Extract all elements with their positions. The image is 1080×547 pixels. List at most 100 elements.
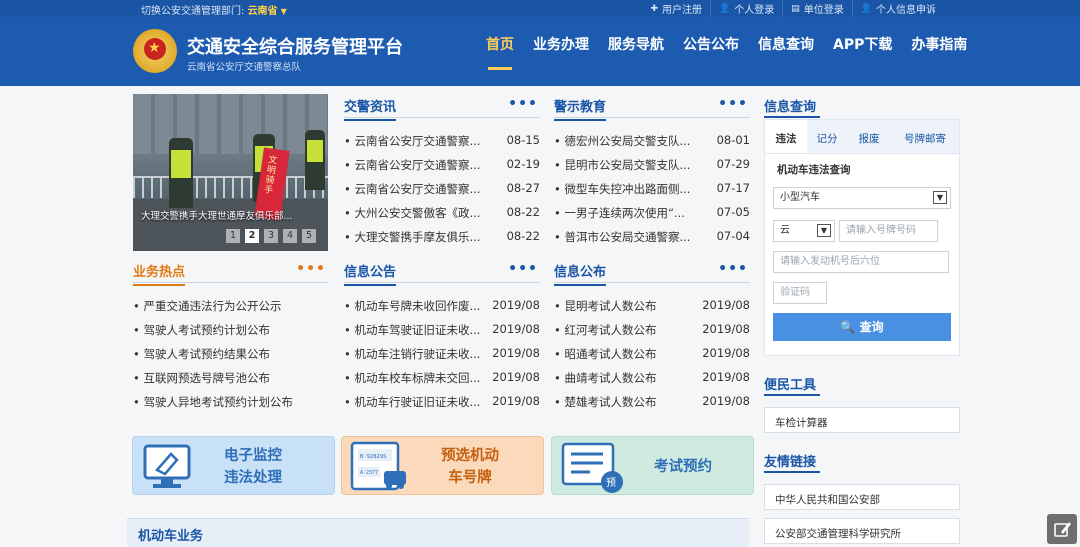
plate-number-input[interactable]: 请输入号牌号码 [839,220,938,242]
list-item[interactable]: • 昆明市公安局交警支队... 07-29 [554,152,750,176]
personal-login-link[interactable]: 👤 个人登录 [710,0,782,17]
publish-title[interactable]: 信息公布 [554,261,607,286]
list-item[interactable]: • 云南省公安厅交通警察... 02-19 [344,152,540,176]
chevron-down-icon: ▼ [933,191,947,204]
more-icon[interactable]: ••• [296,261,326,277]
register-link[interactable]: ✚ 用户注册 [643,0,711,17]
tile-electronic-monitoring[interactable]: 电子监控 违法处理 [132,436,335,495]
tab-violation[interactable]: 违法 [765,120,807,153]
item-date: 2019/08 [492,298,540,312]
inspection-calculator-link[interactable]: 车检计算器 [764,407,960,433]
list-item[interactable]: • 云南省公安厅交通警察... 08-27 [344,176,540,200]
list-item[interactable]: • 微型车失控冲出路面侧... 07-17 [554,176,750,200]
site-title[interactable]: 交通安全综合服务管理平台 [187,33,403,59]
nav-home[interactable]: 首页 [486,34,514,70]
engine-number-input[interactable]: 请输入发动机号后六位 [773,251,949,273]
nav-guide[interactable]: 办事指南 [911,34,967,70]
carousel-page[interactable]: 4 [283,229,297,243]
user-icon: 👤 [860,3,872,14]
vehicle-type-select[interactable]: 小型汽车 ▼ [773,187,951,209]
link-ministry[interactable]: 中华人民共和国公安部 [764,484,960,510]
tab-points[interactable]: 记分 [807,120,847,153]
department-switch-label: 切换公安交通管理部门: [141,6,245,17]
list-item[interactable]: • 机动车驾驶证旧证未收... 2019/08 [344,317,540,341]
top-bar: 切换公安交通管理部门: 云南省 ▼ ✚ 用户注册 👤 个人登录 ▤ 单位登录 👤 个人信息… [0,0,1080,17]
services-section: 便民工具 [764,372,820,396]
nav-announcements[interactable]: 公告公布 [683,34,739,70]
news-carousel[interactable]: 文明骑手 大理交警携手大理世通摩友俱乐部... 1 2 3 4 5 [133,94,328,251]
list-item[interactable]: • 驾驶人异地考试预约计划公布 [133,389,328,413]
province-name[interactable]: 云南省 [248,6,278,17]
carousel-page[interactable]: 1 [226,229,240,243]
edit-feedback-button[interactable] [1047,514,1077,544]
carousel-page[interactable]: 5 [302,229,316,243]
carousel-page-current[interactable]: 2 [245,229,259,243]
captcha-input[interactable]: 验证码 [773,282,827,304]
unit-login-link[interactable]: ▤ 单位登录 [782,0,852,17]
carousel-page[interactable]: 3 [264,229,278,243]
list-item[interactable]: • 一男子连续两次使用“... 07-05 [554,200,750,224]
list-item[interactable]: • 昆明考试人数公布 2019/08 [554,293,750,317]
item-title: • 机动车校车标牌未交回... [344,371,481,385]
list-item[interactable]: • 大理交警携手摩友俱乐... 08-22 [344,224,540,248]
tile-exam-booking[interactable]: 预 考试预约 [551,436,754,495]
list-item[interactable]: • 机动车行驶证旧证未收... 2019/08 [344,389,540,413]
list-item[interactable]: • 德宏州公安局交警支队... 08-01 [554,128,750,152]
list-item[interactable]: • 互联网预选号牌号池公布 [133,365,328,389]
list-item[interactable]: • 云南省公安厅交通警察... 08-15 [344,128,540,152]
more-icon[interactable]: ••• [508,96,538,112]
more-icon[interactable]: ••• [718,96,748,112]
query-submit-button[interactable]: 🔍 查询 [773,313,951,341]
nav-info-query[interactable]: 信息查询 [758,34,814,70]
notice-header: 信息公告 ••• [344,259,540,286]
personal-login-label: 个人登录 [734,5,775,16]
hot-title[interactable]: 业务热点 [133,261,186,286]
plate-text-bottom: A·2377 [360,470,378,476]
link-research-institute[interactable]: 公安部交通管理科学研究所 [764,518,960,544]
tab-plate-mail[interactable]: 号牌邮寄 [891,120,959,153]
appeal-link[interactable]: 👤 个人信息申诉 [851,0,944,17]
item-title: • 严重交通违法行为公开公示 [133,299,282,313]
monitor-icon [143,444,191,488]
top-links: ✚ 用户注册 👤 个人登录 ▤ 单位登录 👤 个人信息申诉 [643,0,945,17]
police-emblem-logo[interactable]: ★ [133,29,177,73]
chevron-down-icon: ▼ [817,224,831,237]
list-item[interactable]: • 普洱市公安局交通警察... 07-04 [554,224,750,248]
item-date: 08-22 [506,229,540,243]
province-select[interactable]: 云 ▼ [773,220,835,242]
tab-scrap[interactable]: 报废 [847,120,891,153]
carousel-caption[interactable]: 大理交警携手大理世通摩友俱乐部... [141,208,293,222]
list-item[interactable]: • 驾驶人考试预约结果公布 [133,341,328,365]
list-item[interactable]: • 楚雄考试人数公布 2019/08 [554,389,750,413]
notice-title[interactable]: 信息公告 [344,261,397,286]
user-icon: 👤 [719,3,731,14]
item-title: • 云南省公安厅交通警察... [344,134,481,148]
list-item[interactable]: • 机动车校车标牌未交回... 2019/08 [344,365,540,389]
item-title: • 昭通考试人数公布 [554,347,657,361]
department-switch[interactable]: 切换公安交通管理部门: 云南省 ▼ [141,2,287,17]
nav-app-download[interactable]: APP下载 [833,34,892,70]
list-item[interactable]: • 昭通考试人数公布 2019/08 [554,341,750,365]
education-header: 警示教育 ••• [554,94,750,121]
item-date: 2019/08 [492,346,540,360]
list-item[interactable]: • 严重交通违法行为公开公示 [133,293,328,317]
caret-down-icon[interactable]: ▼ [281,7,287,16]
list-item[interactable]: • 大州公安交警傲客《政... 08-22 [344,200,540,224]
list-item[interactable]: • 红河考试人数公布 2019/08 [554,317,750,341]
more-icon[interactable]: ••• [508,261,538,277]
list-item[interactable]: • 曲靖考试人数公布 2019/08 [554,365,750,389]
list-item[interactable]: • 机动车注销行驶证未收... 2019/08 [344,341,540,365]
list-item[interactable]: • 机动车号牌未收回作废... 2019/08 [344,293,540,317]
news-title[interactable]: 交警资讯 [344,96,397,121]
tile-preselect-plate[interactable]: B·92829S A·2377 预选机动 车号牌 [341,436,544,495]
vehicle-business-title: 机动车业务 [138,529,204,544]
item-date: 07-05 [716,205,750,219]
item-date: 08-15 [506,133,540,147]
nav-service-guide[interactable]: 服务导航 [608,34,664,70]
nav-business[interactable]: 业务办理 [533,34,589,70]
education-title[interactable]: 警示教育 [554,96,607,121]
more-icon[interactable]: ••• [718,261,748,277]
tile-line1: 预选机动 [441,448,499,464]
carousel-pager: 1 2 3 4 5 [226,229,321,243]
list-item[interactable]: • 驾驶人考试预约计划公布 [133,317,328,341]
